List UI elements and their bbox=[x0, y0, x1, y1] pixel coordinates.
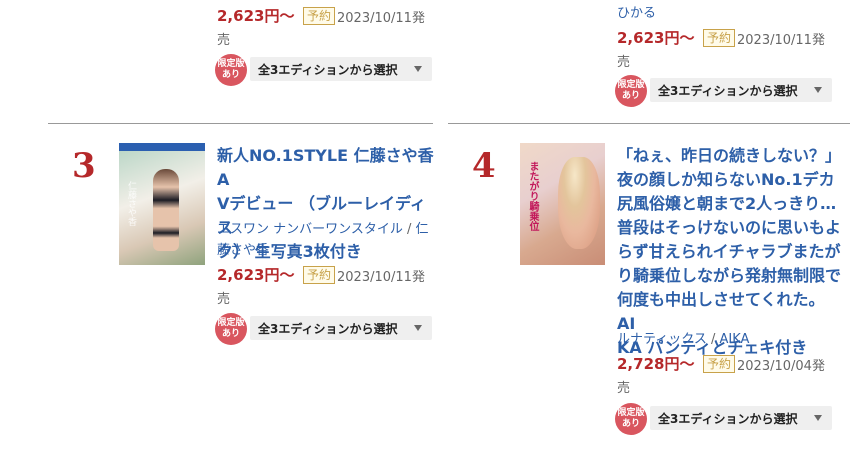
price: 2,623円〜 bbox=[217, 266, 295, 284]
thumbnail-figure bbox=[558, 157, 600, 249]
maker-link[interactable]: ルナティックス / AIKA bbox=[617, 329, 749, 350]
edition-select[interactable]: 全3エディションから選択 bbox=[650, 406, 832, 430]
chevron-down-icon bbox=[414, 325, 422, 331]
top-right-release-date: 2023/10/11発 bbox=[737, 33, 825, 48]
limited-edition-badge: 限定版 あり bbox=[615, 75, 647, 107]
top-left-price: 2,623円〜 bbox=[217, 7, 295, 25]
chevron-down-icon bbox=[814, 87, 822, 93]
top-right-release-date-tail: 売 bbox=[617, 55, 631, 70]
actress-link[interactable]: AIKA bbox=[720, 332, 750, 347]
product-thumbnail[interactable]: 仁藤さや香 bbox=[119, 143, 205, 265]
reserve-badge: 予約 bbox=[303, 266, 336, 284]
release-date: 2023/10/11発 bbox=[337, 270, 425, 285]
reserve-badge: 予約 bbox=[703, 355, 736, 373]
thumbnail-text: 仁藤さや香 bbox=[126, 181, 136, 226]
top-right-price: 2,623円〜 bbox=[617, 29, 695, 47]
divider bbox=[48, 123, 433, 124]
divider bbox=[448, 123, 850, 124]
edition-select[interactable]: 全3エディションから選択 bbox=[250, 57, 432, 81]
limited-edition-badge: 限定版 あり bbox=[215, 54, 247, 86]
limited-edition-badge: 限定版 あり bbox=[215, 313, 247, 345]
thumbnail-figure bbox=[153, 169, 179, 251]
rank-number: 4 bbox=[472, 146, 496, 186]
top-left-reserve-badge: 予約 bbox=[303, 7, 336, 25]
chevron-down-icon bbox=[414, 66, 422, 72]
edition-select[interactable]: 全3エディションから選択 bbox=[650, 78, 832, 102]
release-date-tail: 売 bbox=[617, 381, 631, 396]
product-thumbnail[interactable]: またがり騎乗位 bbox=[520, 143, 605, 265]
top-right-actress-link[interactable]: ひかる bbox=[617, 3, 656, 24]
top-left-release-date-tail: 売 bbox=[217, 33, 231, 48]
release-date-tail: 売 bbox=[217, 292, 231, 307]
top-right-reserve-badge: 予約 bbox=[703, 29, 736, 47]
chevron-down-icon bbox=[814, 415, 822, 421]
edition-select[interactable]: 全3エディションから選択 bbox=[250, 316, 432, 340]
thumbnail-text: またがり騎乗位 bbox=[527, 161, 538, 231]
product-title-link[interactable]: 「ねぇ、昨日の続きしない？」 夜の顔しか知らないNo.1デカ 尻風俗嬢と朝まで2… bbox=[617, 144, 845, 360]
top-left-release-date: 2023/10/11発 bbox=[337, 11, 425, 26]
rank-number: 3 bbox=[72, 146, 96, 186]
release-date: 2023/10/04発 bbox=[737, 359, 825, 374]
maker-link[interactable]: エスワン ナンバーワンスタイル / 仁 藤さや香 bbox=[217, 219, 442, 261]
limited-edition-badge: 限定版 あり bbox=[615, 403, 647, 435]
price: 2,728円〜 bbox=[617, 355, 695, 373]
